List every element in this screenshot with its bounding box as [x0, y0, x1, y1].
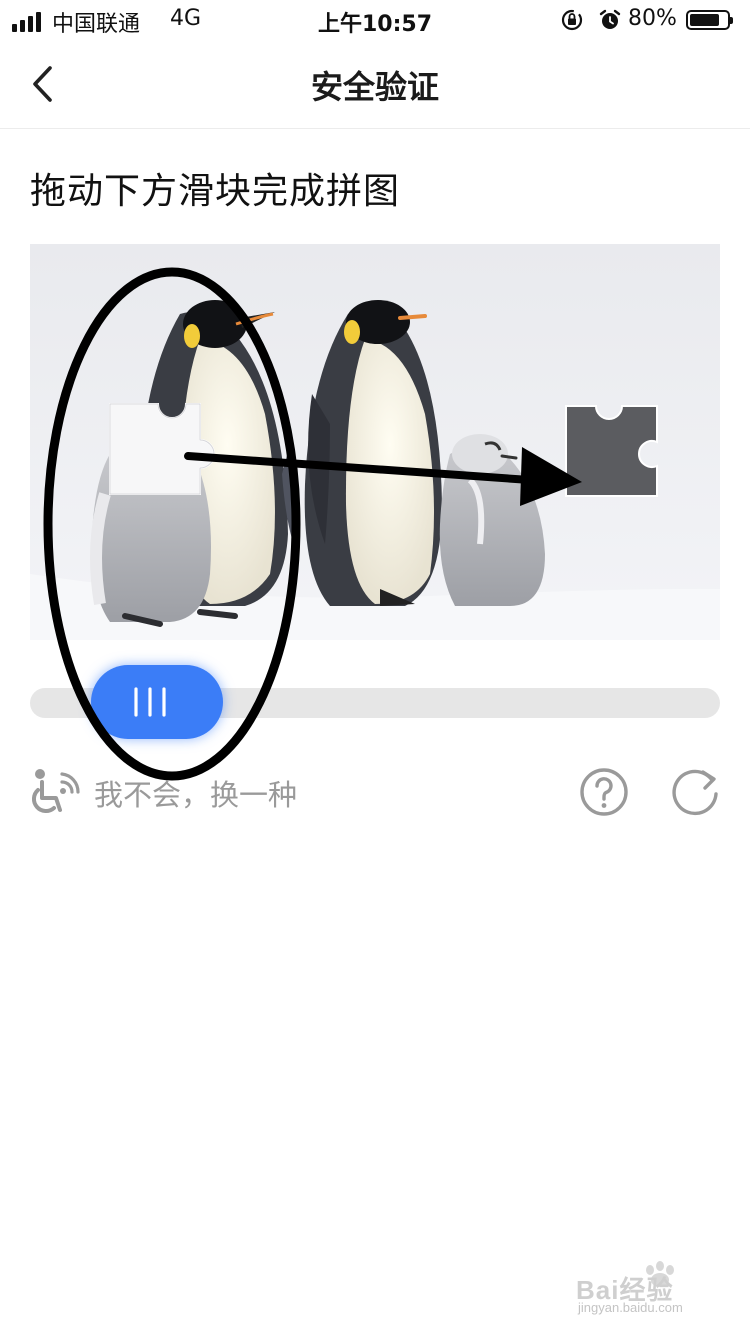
accessibility-icon[interactable]: [28, 766, 80, 816]
alarm-icon: [599, 9, 621, 29]
watermark-site: jingyan.baidu.com: [578, 1300, 683, 1315]
navigation-bar: 安全验证: [0, 40, 750, 129]
status-bar: 中国联通 4G 上午10:57 80%: [0, 0, 750, 40]
battery-percentage: 80%: [628, 6, 677, 31]
page-title: 安全验证: [310, 68, 439, 106]
slider-handle[interactable]: [91, 665, 223, 739]
refresh-icon[interactable]: [668, 764, 722, 818]
grip-lines-icon: [134, 687, 166, 717]
orientation-lock-icon: [561, 9, 583, 31]
instruction-text: 拖动下方滑块完成拼图: [30, 171, 401, 212]
puzzle-piece: [109, 403, 215, 495]
battery-icon: [686, 10, 733, 30]
question-circle-icon[interactable]: [578, 766, 630, 818]
switch-method-link[interactable]: 我不会，换一种: [94, 772, 297, 814]
baidu-jingyan-watermark: Bai经验 jingyan.baidu.com: [572, 1256, 722, 1318]
puzzle-image: [30, 244, 720, 640]
